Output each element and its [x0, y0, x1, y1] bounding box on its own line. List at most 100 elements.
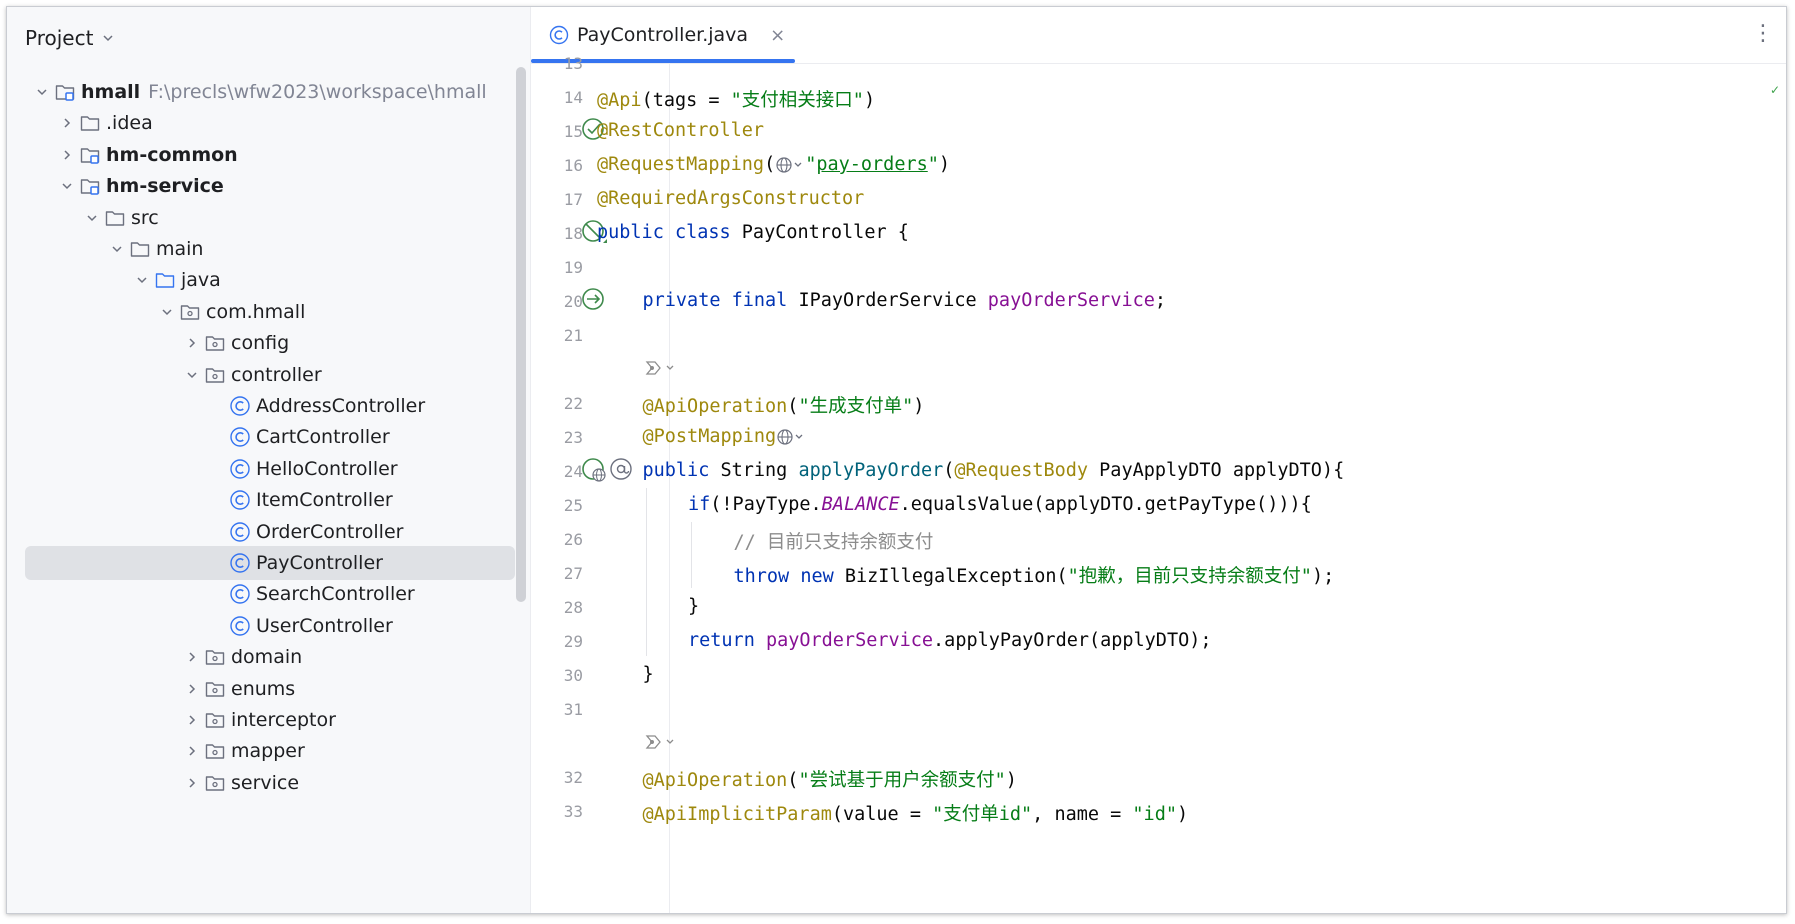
editor-area: PayController.java × ⋮ 13 14 15 16 17 18 19 20 2…	[531, 7, 1786, 913]
code-line[interactable]: // 目前只支持余额支付	[734, 528, 934, 554]
tree-item[interactable]: domain	[25, 640, 515, 674]
chevron-right-icon[interactable]	[181, 709, 203, 731]
tree-item-label: AddressController	[256, 395, 426, 417]
code-line[interactable]: public String applyPayOrder(@RequestBody…	[643, 460, 1345, 481]
class-icon	[230, 553, 250, 573]
tree-item[interactable]: config	[25, 326, 515, 360]
at-sign-icon[interactable]	[609, 457, 635, 483]
chevron-down-icon[interactable]	[81, 207, 103, 229]
code-token: PayController {	[741, 222, 909, 243]
ai-assistant-icon[interactable]	[643, 358, 679, 378]
code-token: (	[787, 770, 799, 791]
chevron-down-icon[interactable]	[131, 269, 153, 291]
code-token: if	[688, 494, 711, 515]
line-number: 28	[563, 598, 583, 617]
tree-item[interactable]: HelloController	[25, 452, 515, 486]
tree-item[interactable]: ItemController	[25, 483, 515, 517]
code-line[interactable]: }	[688, 596, 699, 617]
chevron-right-icon[interactable]	[56, 112, 78, 134]
project-scrollbar[interactable]	[516, 67, 526, 602]
ai-assistant-icon[interactable]	[643, 732, 679, 752]
tab-label: PayController.java	[577, 24, 749, 46]
tree-item[interactable]: hm-service	[25, 169, 515, 203]
tree-item[interactable]: hm-common	[25, 138, 515, 172]
code-token: private final	[642, 290, 799, 311]
tree-item-icon	[228, 614, 252, 638]
code-token: )	[913, 396, 925, 417]
tree-item[interactable]: SearchController	[25, 577, 515, 611]
code-token: (value =	[831, 804, 933, 825]
code-token: BALANCE	[821, 494, 900, 515]
class-icon	[230, 490, 250, 510]
line-number: 16	[563, 156, 583, 175]
tree-item[interactable]: java	[25, 263, 515, 297]
globe-icon[interactable]	[775, 156, 805, 174]
tree-item[interactable]: OrderController	[25, 515, 515, 549]
tree-item[interactable]: PayController	[25, 546, 515, 580]
tree-item-label: hm-service	[106, 175, 224, 198]
chevron-down-icon[interactable]	[31, 81, 53, 103]
code-line[interactable]: public class PayController {	[597, 222, 909, 243]
inspection-ok-icon[interactable]: ✓	[1770, 83, 1780, 97]
tree-item[interactable]: AddressController	[25, 389, 515, 423]
tree-item[interactable]: UserController	[25, 609, 515, 643]
tree-item[interactable]: com.hmall	[25, 295, 515, 329]
code-line[interactable]: @ApiOperation("尝试基于用户余额支付")	[643, 766, 1017, 792]
class-icon	[230, 396, 250, 416]
chevron-down-icon[interactable]	[56, 175, 78, 197]
globe-icon[interactable]	[776, 428, 806, 446]
tree-item[interactable]: service	[25, 766, 515, 800]
chevron-right-icon[interactable]	[181, 646, 203, 668]
module-folder-icon	[55, 85, 75, 101]
code-line[interactable]: @RequiredArgsConstructor	[597, 188, 864, 209]
chevron-right-icon[interactable]	[181, 772, 203, 794]
chevron-right-icon[interactable]	[181, 678, 203, 700]
chevron-down-icon[interactable]	[106, 238, 128, 260]
code-line[interactable]: }	[643, 664, 654, 685]
code-line[interactable]: if(!PayType.BALANCE.equalsValue(applyDTO…	[688, 494, 1312, 515]
code-line[interactable]	[643, 732, 679, 757]
code-line[interactable]	[643, 358, 679, 383]
code-line[interactable]: @PostMapping	[643, 426, 807, 447]
tree-item[interactable]: .idea	[25, 106, 515, 140]
chevron-right-icon[interactable]	[181, 740, 203, 762]
project-header[interactable]: Project	[25, 23, 115, 53]
chevron-down-icon[interactable]	[181, 364, 203, 386]
chevron-down-icon[interactable]	[156, 301, 178, 323]
tree-item-label: PayController	[256, 552, 383, 574]
tree-item-label: enums	[231, 677, 296, 700]
tree-item-label: CartController	[256, 426, 390, 449]
spring-injection-icon[interactable]	[581, 287, 607, 313]
tree-item-label: domain	[231, 646, 303, 669]
more-options-icon[interactable]: ⋮	[1752, 21, 1774, 46]
chevron-right-icon[interactable]	[181, 332, 203, 354]
code-line[interactable]: @RestController	[597, 120, 764, 141]
package-icon	[205, 744, 225, 760]
close-icon[interactable]: ×	[770, 25, 785, 46]
code-token: (	[764, 154, 776, 175]
tree-item[interactable]: main	[25, 232, 515, 266]
tree-item-icon	[228, 425, 252, 449]
line-number: 19	[563, 258, 583, 277]
code-line[interactable]: @ApiImplicitParam(value = "支付单id", name …	[643, 800, 1189, 826]
code-line[interactable]: throw new BizIllegalException("抱歉，目前只支持余…	[734, 562, 1335, 588]
tree-item[interactable]: hmall F:\precls\wfw2023\workspace\hmall	[25, 75, 515, 109]
project-title: Project	[25, 26, 94, 50]
tree-item[interactable]: src	[25, 201, 515, 235]
code-line[interactable]: @ApiOperation("生成支付单")	[643, 392, 925, 418]
tree-item[interactable]: interceptor	[25, 703, 515, 737]
code-line[interactable]: @Api(tags = "支付相关接口")	[597, 86, 875, 112]
code-line[interactable]: @RequestMapping("pay-orders")	[597, 154, 950, 175]
class-icon	[230, 459, 250, 479]
tree-item[interactable]: CartController	[25, 420, 515, 454]
chevron-right-icon[interactable]	[56, 144, 78, 166]
code-line[interactable]: return payOrderService.applyPayOrder(app…	[688, 630, 1212, 651]
tree-item[interactable]: enums	[25, 672, 515, 706]
code-line[interactable]: private final IPayOrderService payOrderS…	[643, 290, 1167, 311]
tree-item[interactable]: controller	[25, 358, 515, 392]
spring-web-endpoint-icon[interactable]	[581, 457, 607, 483]
package-icon	[205, 367, 225, 383]
tree-item[interactable]: mapper	[25, 734, 515, 768]
